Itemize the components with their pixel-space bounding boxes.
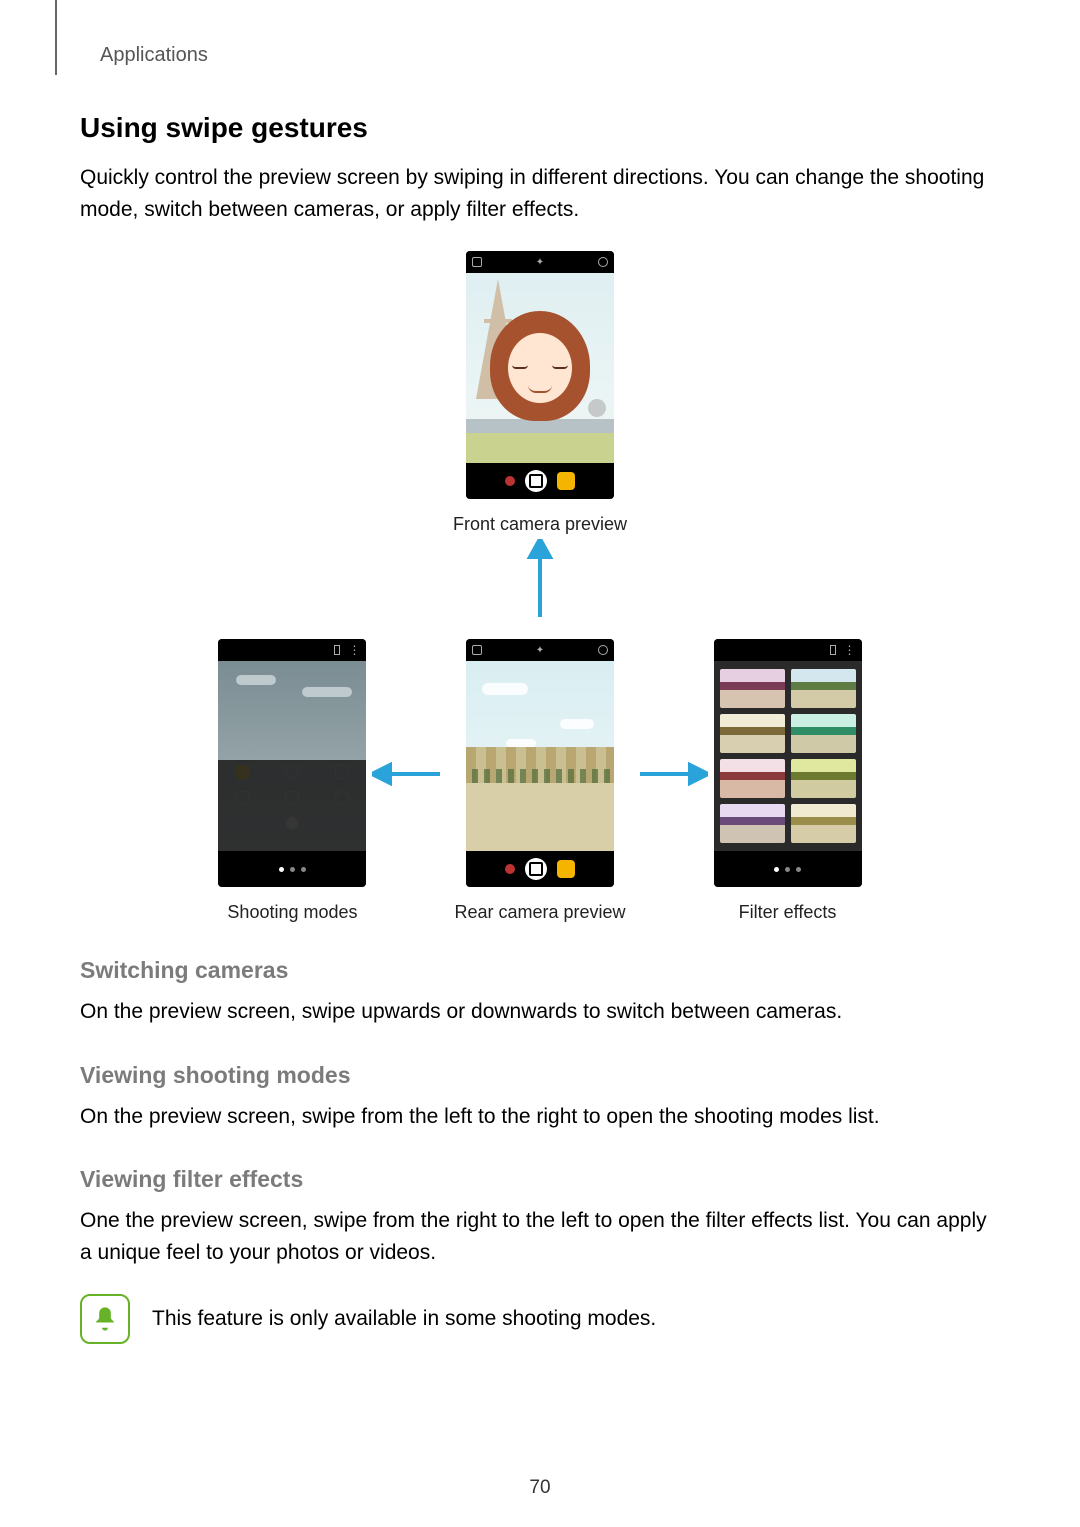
intro-paragraph: Quickly control the preview screen by sw… — [80, 162, 1000, 225]
mode-panorama-icon — [335, 765, 349, 779]
caption-rear: Rear camera preview — [454, 902, 625, 923]
filter-effects-phone: ⋮ — [714, 639, 862, 887]
caption-front: Front camera preview — [80, 514, 1000, 535]
rear-camera-preview-phone: ✦ — [466, 639, 614, 887]
arrow-left-icon — [372, 759, 442, 789]
mode-night-icon — [335, 791, 349, 805]
mode-auto-icon — [236, 765, 250, 779]
mode-hdr-icon — [285, 791, 299, 805]
margin-rule — [55, 0, 57, 75]
shutter-button-icon — [525, 470, 547, 492]
note-text: This feature is only available in some s… — [152, 1303, 656, 1335]
breadcrumb: Applications — [100, 44, 208, 67]
caption-filters: Filter effects — [714, 902, 862, 923]
mode-download-icon — [285, 816, 299, 830]
mode-continuous-icon — [236, 791, 250, 805]
shooting-mode-grid — [218, 760, 366, 836]
settings-icon — [598, 645, 608, 655]
figure-swipe-gestures: ✦ F — [80, 251, 1000, 923]
beauty-icon — [588, 399, 606, 417]
battery-icon — [334, 645, 340, 655]
note-bell-icon — [80, 1294, 130, 1344]
effects-button-icon — [557, 860, 575, 878]
menu-icon: ⋮ — [348, 643, 360, 657]
record-button-icon — [505, 476, 515, 486]
note-callout: This feature is only available in some s… — [80, 1294, 1000, 1344]
subheading-shooting-modes: Viewing shooting modes — [80, 1062, 1000, 1089]
arrow-right-icon — [638, 759, 708, 789]
shooting-modes-phone: ⋮ — [218, 639, 366, 887]
paragraph-switching-cameras: On the preview screen, swipe upwards or … — [80, 996, 1000, 1028]
menu-icon: ⋮ — [844, 643, 856, 657]
effects-button-icon — [557, 472, 575, 490]
arrow-up-icon — [510, 539, 570, 619]
mode-pro-icon — [285, 765, 299, 779]
settings-icon — [598, 257, 608, 267]
subheading-switching-cameras: Switching cameras — [80, 957, 1000, 984]
front-camera-preview-phone: ✦ — [466, 251, 614, 499]
flash-icon: ✦ — [536, 645, 544, 656]
filter-thumbnail-grid — [720, 669, 856, 843]
subheading-filter-effects: Viewing filter effects — [80, 1166, 1000, 1193]
battery-icon — [830, 645, 836, 655]
shutter-button-icon — [525, 858, 547, 880]
page-number: 70 — [529, 1477, 550, 1499]
page-dots — [279, 867, 306, 872]
flash-icon: ✦ — [536, 257, 544, 268]
ratio-icon — [472, 257, 482, 267]
section-heading: Using swipe gestures — [80, 112, 1000, 144]
paragraph-shooting-modes: On the preview screen, swipe from the le… — [80, 1101, 1000, 1133]
ratio-icon — [472, 645, 482, 655]
page-content: Using swipe gestures Quickly control the… — [80, 112, 1000, 1344]
caption-modes: Shooting modes — [218, 902, 366, 923]
record-button-icon — [505, 864, 515, 874]
paragraph-filter-effects: One the preview screen, swipe from the r… — [80, 1205, 1000, 1268]
